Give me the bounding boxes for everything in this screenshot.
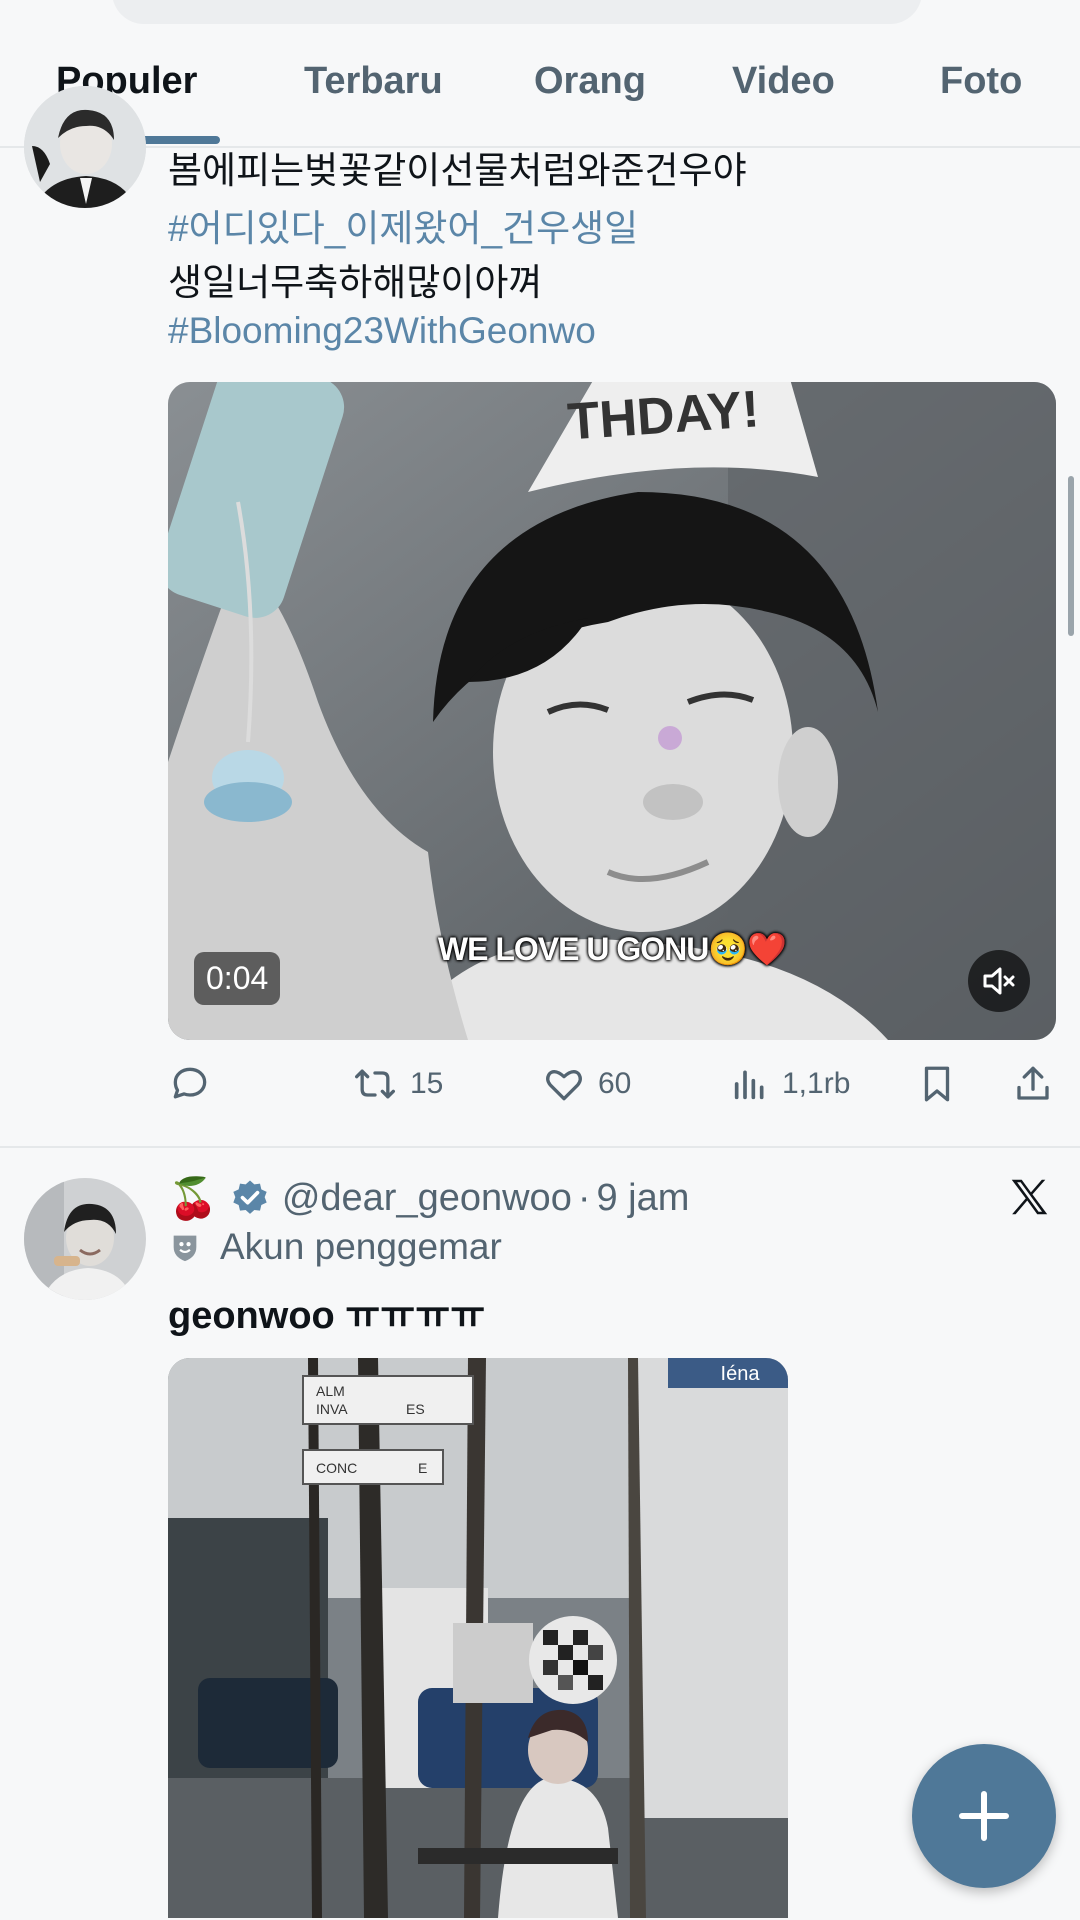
post1-avatar[interactable] [24,86,146,208]
reply-button[interactable] [168,1062,212,1106]
compose-button[interactable] [912,1744,1056,1888]
post-divider [0,1146,1080,1148]
views-button[interactable]: 1,1rb [730,1062,850,1106]
bookmark-icon [924,1066,950,1102]
post2-header: 🍒 @dear_geonwoo · 9 jam [168,1168,689,1228]
post2-avatar[interactable] [24,1178,146,1300]
fan-account-label: Akun penggemar [168,1226,502,1268]
dot-separator: · [577,1176,591,1219]
sign-text: ALM [316,1383,345,1399]
like-button[interactable]: 60 [542,1062,631,1106]
reply-icon [173,1067,207,1099]
fan-account-text: Akun penggemar [220,1226,502,1267]
like-count: 60 [598,1067,632,1100]
verified-badge-icon [233,1180,267,1214]
sign-text: ES [406,1401,425,1417]
x-logo-icon [1011,1179,1048,1215]
retweet-count: 15 [410,1067,444,1100]
fan-account-icon [173,1235,197,1262]
post2-photo[interactable]: Iéna ALM INVA ES CONC E [168,1358,788,1918]
post1-video[interactable]: THDAY! WE LOVE U GONU🥹❤️ 0:04 [168,382,1056,1040]
tab-orang[interactable]: Orang [534,60,646,103]
post1-text-line: 봄에피는벚꽃같이선물처럼와준건우야 [168,150,747,191]
post2-text: geonwoo ㅠㅠㅠㅠ [168,1295,486,1337]
post1-text-line: 생일너무축하해많이아껴 [168,262,543,303]
video-duration: 0:04 [194,952,281,1005]
tab-foto[interactable]: Foto [940,60,1022,103]
retweet-icon [355,1069,395,1099]
post2-handle[interactable]: @dear_geonwoo [282,1177,572,1220]
cherry-emoji: 🍒 [168,1176,218,1221]
scrollbar[interactable] [1068,476,1074,636]
street-photo: Iéna ALM INVA ES CONC E [168,1358,788,1918]
sign-text: E [418,1460,427,1476]
mute-button[interactable] [968,950,1030,1012]
bookmark-button[interactable] [916,1062,958,1106]
like-icon [546,1070,582,1101]
views-count: 1,1rb [782,1067,851,1100]
share-icon [1017,1066,1049,1100]
post2-time[interactable]: 9 jam [596,1177,689,1220]
post1-actions: 15 60 1,1rb [168,1062,1068,1112]
sign-text: CONC [316,1460,357,1476]
search-bar[interactable] [112,0,922,24]
tab-terbaru[interactable]: Terbaru [304,60,443,103]
retweet-button[interactable]: 15 [352,1062,443,1106]
video-caption: WE LOVE U GONU🥹❤️ [437,931,787,967]
mute-icon [983,967,1015,995]
sign-text: INVA [316,1401,348,1417]
tab-video[interactable]: Video [732,60,835,103]
pixelated-face [529,1616,617,1704]
post1-hashtag[interactable]: #Blooming23WithGeonwo [168,310,596,352]
post1-hashtag[interactable]: #어디있다_이제왔어_건우생일 [168,198,638,252]
compose-plus-icon [959,1791,1009,1841]
corner-sign-text: Iéna [721,1363,761,1385]
views-icon [734,1070,764,1100]
share-button[interactable] [1012,1062,1054,1106]
search-tabs: Populer Terbaru Orang Video Foto [0,50,1080,146]
